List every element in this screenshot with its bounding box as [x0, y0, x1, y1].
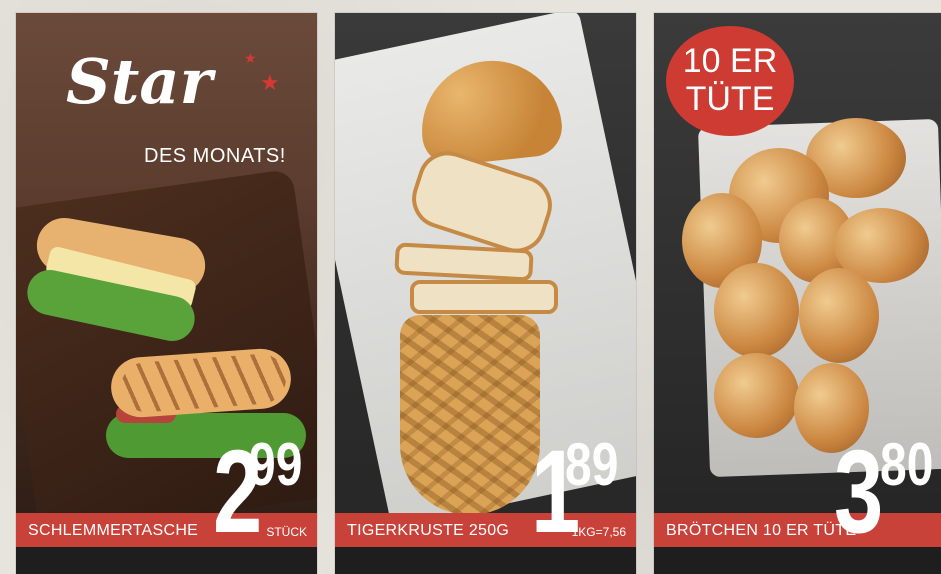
price-cents: 89 — [565, 431, 619, 498]
star-logo-subtitle: DES MONATS! — [144, 145, 286, 167]
panel-bottom-edge — [16, 547, 317, 574]
panel-bottom-edge — [654, 547, 941, 574]
bread-slice — [410, 280, 558, 314]
price: 2 99 — [213, 433, 302, 551]
panel-broetchen: 10 ER TÜTE BRÖTCHEN 10 ER TÜTE 3 80 — [654, 13, 941, 574]
price: 1 89 — [531, 433, 618, 551]
product-label: TIGERKRUSTE 250G — [347, 522, 510, 539]
large-star-icon: ★ — [260, 71, 280, 96]
price: 3 80 — [834, 426, 933, 558]
price-cents: 99 — [249, 431, 303, 498]
price-main: 3 — [834, 426, 883, 558]
price-cents: 80 — [880, 431, 934, 498]
bread-roll — [714, 353, 799, 438]
badge-line-1: 10 ER — [682, 42, 778, 80]
bread-roll — [799, 268, 879, 363]
product-label: BRÖTCHEN 10 ER TÜTE — [666, 522, 857, 539]
bread-roll — [714, 263, 799, 358]
panel-bottom-edge — [335, 547, 636, 574]
tiger-bread-loaf — [400, 315, 540, 515]
badge-line-2: TÜTE — [685, 80, 775, 118]
star-logo-title: Star — [66, 45, 213, 118]
product-label: SCHLEMMERTASCHE — [28, 522, 199, 539]
small-star-icon: ★ — [244, 51, 257, 67]
panel-tigerkruste: TIGERKRUSTE 250G 1KG=7,56 1 89 — [335, 13, 636, 574]
panel-schlemmertasche: Star ★ ★ DES MONATS! SCHLEMMERTASCHE STÜ… — [16, 13, 317, 574]
bag-badge: 10 ER TÜTE — [666, 26, 794, 136]
